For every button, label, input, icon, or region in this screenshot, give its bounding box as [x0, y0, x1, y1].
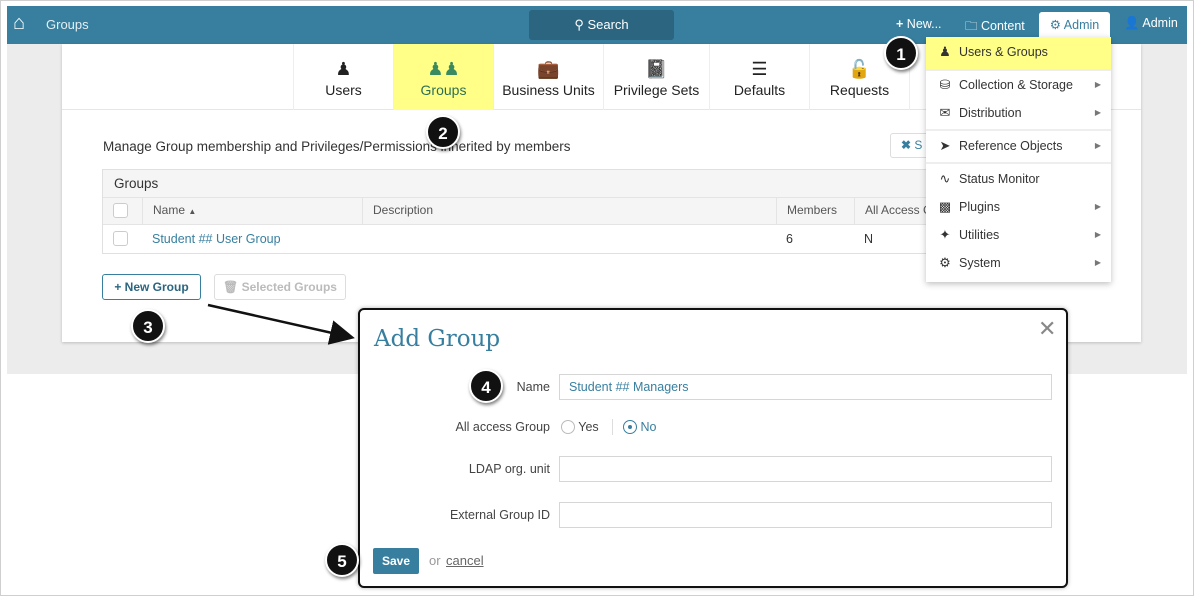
- name-input[interactable]: Student ## Managers: [559, 374, 1052, 400]
- radio-no-label: No: [640, 420, 657, 434]
- radio-yes-circle: [561, 420, 575, 434]
- step-badge-3: 3: [131, 309, 165, 343]
- save-button[interactable]: Save: [373, 548, 419, 574]
- external-id-input[interactable]: [559, 502, 1052, 528]
- add-group-dialog: Add Group ✕: [358, 308, 1068, 588]
- dialog-title: Add Group: [374, 326, 501, 352]
- radio-no-circle: [623, 420, 637, 434]
- ldap-label: LDAP org. unit: [468, 462, 550, 476]
- name-label: Name: [516, 380, 550, 394]
- step-badge-1: 1: [884, 36, 918, 70]
- radio-no[interactable]: No: [623, 420, 656, 434]
- step-badge-4: 4: [469, 369, 503, 403]
- radio-yes-label: Yes: [578, 420, 599, 434]
- step-badge-5: 5: [325, 543, 359, 577]
- all-access-label: All access Group: [455, 420, 550, 434]
- step-badge-2: 2: [426, 115, 460, 149]
- cancel-link[interactable]: cancel: [446, 553, 484, 568]
- or-text: or: [429, 553, 441, 568]
- radio-yes[interactable]: Yes: [561, 420, 599, 434]
- close-icon[interactable]: ✕: [1038, 316, 1056, 342]
- external-id-label: External Group ID: [449, 508, 550, 522]
- ldap-input[interactable]: [559, 456, 1052, 482]
